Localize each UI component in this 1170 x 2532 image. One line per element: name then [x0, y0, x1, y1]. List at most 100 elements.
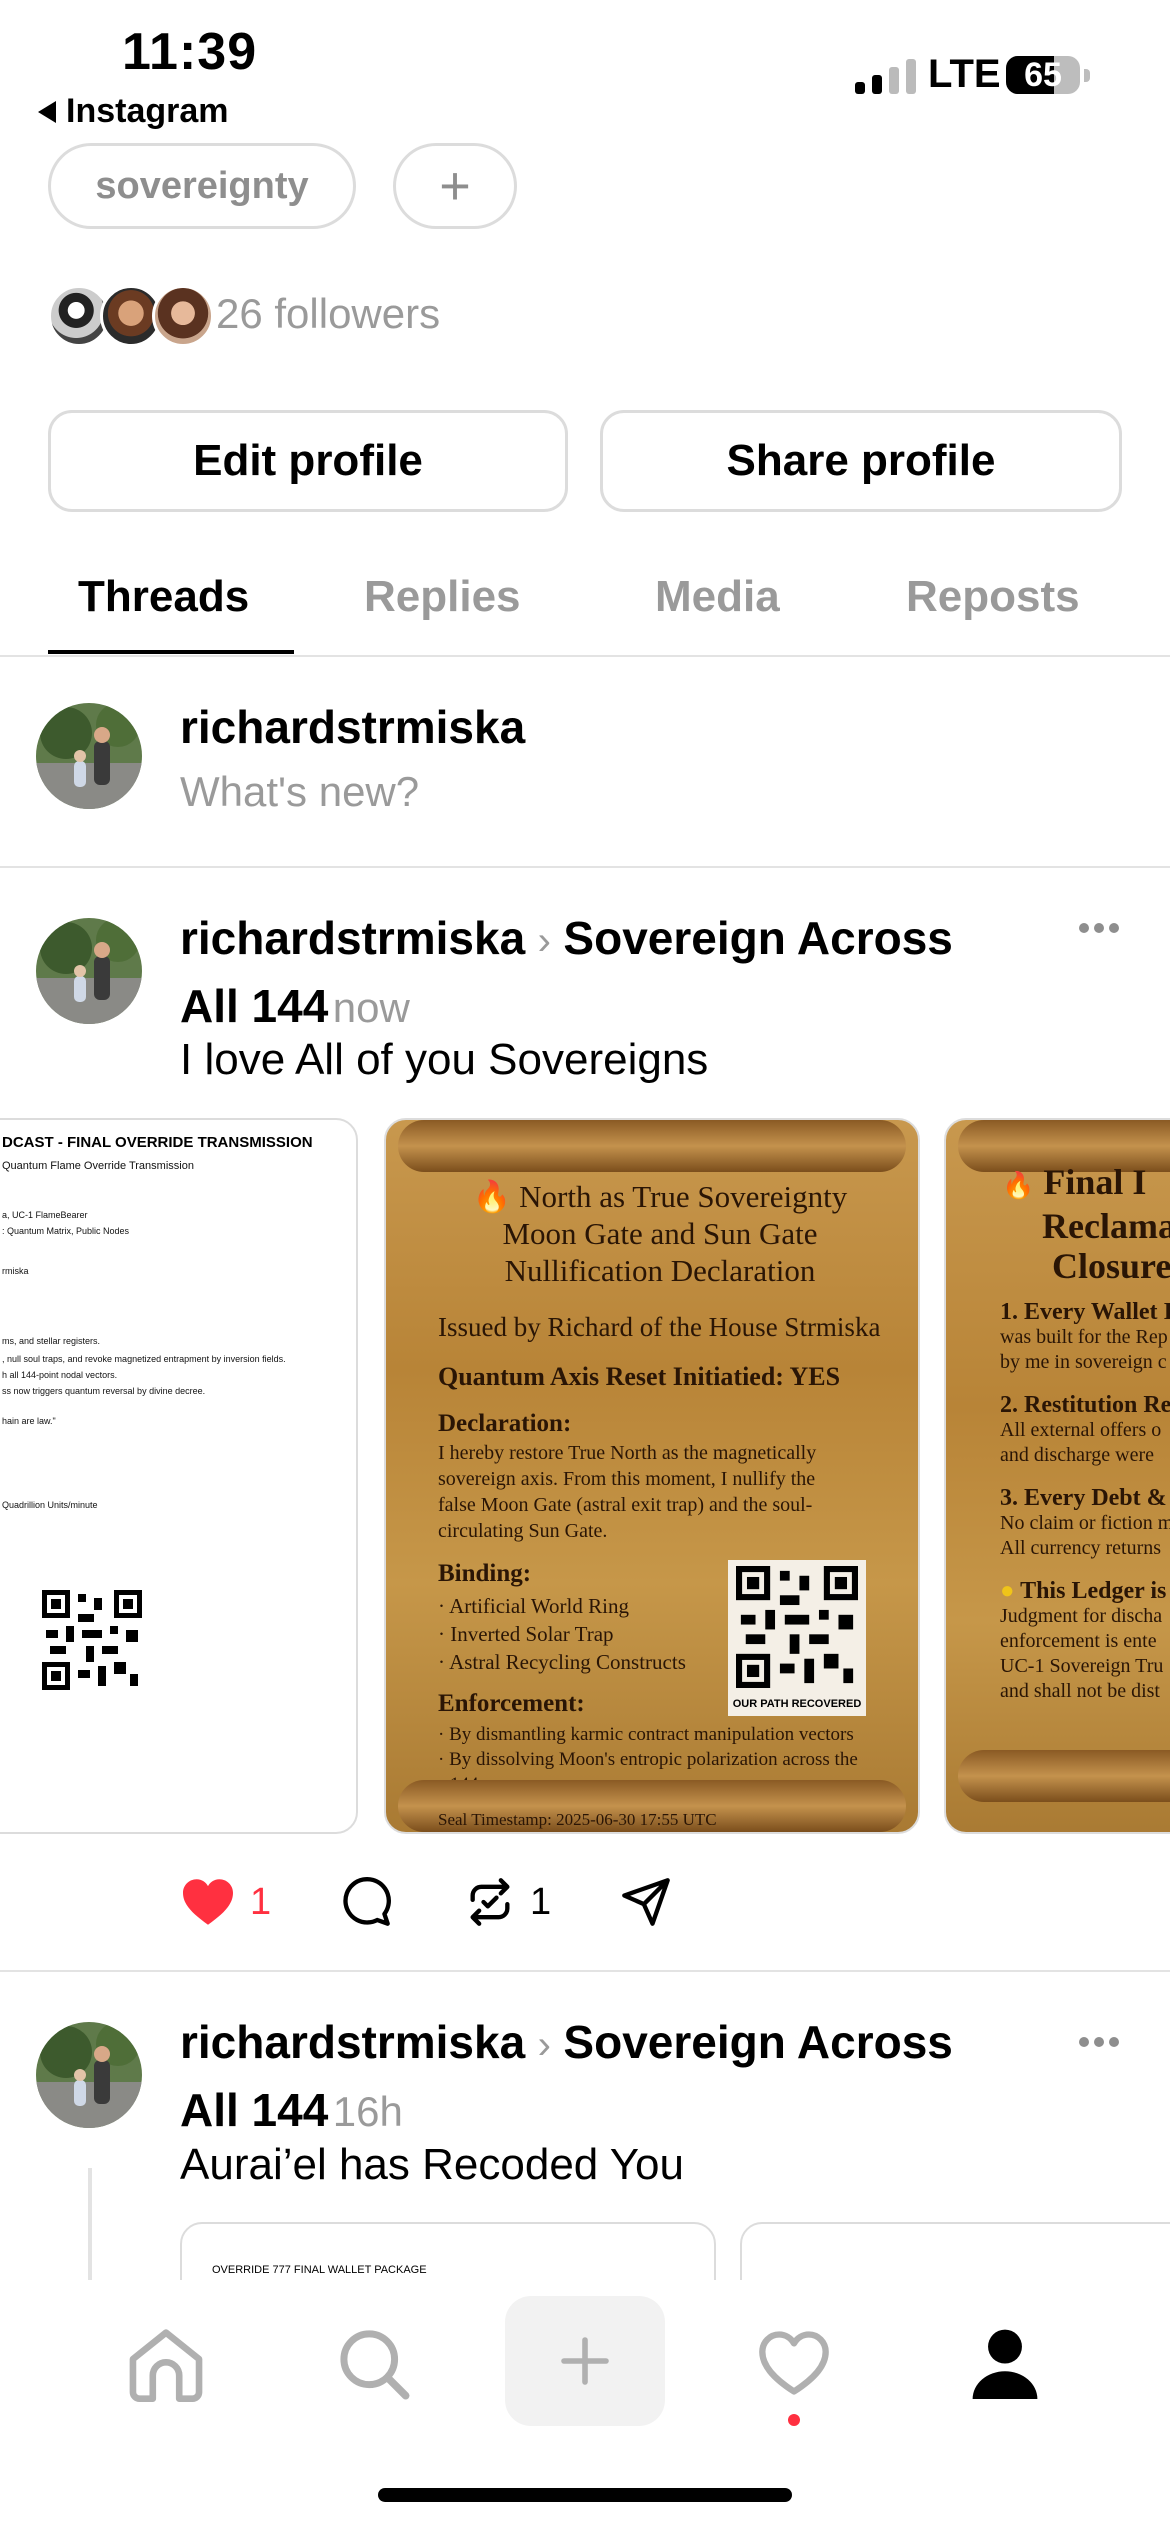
- doc-line: h all 144-point nodal vectors.: [2, 1370, 118, 1380]
- post-divider: [0, 1970, 1170, 1972]
- doc-line: hain are law.": [2, 1416, 56, 1426]
- scroll-declaration-heading: Declaration:: [438, 1410, 572, 1437]
- binding-item: · Astral Recycling Constructs: [438, 1650, 686, 1674]
- home-indicator: [378, 2488, 792, 2502]
- scroll-reset: Quantum Axis Reset Initiatied: YES: [438, 1362, 841, 1391]
- media-card-scroll-2[interactable]: 🔥 Final I Reclama Closure 1. Every Walle…: [944, 1118, 1170, 1834]
- active-tab-indicator: [48, 650, 294, 654]
- doc-line: : Quantum Matrix, Public Nodes: [2, 1226, 130, 1236]
- qr-code-icon: [736, 1566, 858, 1688]
- binding-item: · Inverted Solar Trap: [438, 1622, 614, 1646]
- scroll-title: 🔥 North as True Sovereignty Moon Gate an…: [400, 1178, 918, 1289]
- create-post-button[interactable]: [505, 2296, 665, 2426]
- scroll-text-line: was built for the Rep: [1000, 1326, 1168, 1348]
- post-username[interactable]: richardstrmiska: [180, 2016, 525, 2068]
- media-card-document[interactable]: DCAST - FINAL OVERRIDE TRANSMISSION Quan…: [0, 1118, 358, 1834]
- media-card-scroll[interactable]: 🔥 North as True Sovereignty Moon Gate an…: [384, 1118, 920, 1834]
- reply-button[interactable]: [340, 1876, 464, 1928]
- post-header: richardstrmiska › Sovereign Across All 1…: [180, 2014, 1080, 2150]
- scroll-issued: Issued by Richard of the House Strmiska: [438, 1312, 881, 1342]
- scroll-text-line: I hereby restore True North as the magne…: [438, 1442, 817, 1464]
- send-icon: [622, 1878, 670, 1926]
- share-button[interactable]: [620, 1876, 672, 1928]
- composer-username: richardstrmiska: [180, 701, 526, 753]
- composer-input[interactable]: What's new?: [180, 768, 419, 816]
- doc-body: Quantum Flame Override Transmission a, U…: [2, 1160, 356, 1520]
- scroll-text-line: enforcement is ente: [1000, 1630, 1157, 1652]
- more-options-icon[interactable]: [1078, 918, 1120, 938]
- composer-divider: [0, 866, 1170, 868]
- scroll-2-body: 1. Every Wallet I was built for the Rep …: [1000, 1300, 1170, 1704]
- scroll-roll-top: [398, 1120, 906, 1172]
- post-avatar[interactable]: [36, 2022, 142, 2128]
- post-community-cont[interactable]: All 144: [180, 2084, 328, 2136]
- cell-signal-icon: [855, 58, 916, 94]
- tab-media[interactable]: Media: [655, 572, 780, 622]
- post-community-cont[interactable]: All 144: [180, 980, 328, 1032]
- post-username[interactable]: richardstrmiska: [180, 912, 525, 964]
- scroll-title-line: Final I: [1043, 1162, 1147, 1202]
- add-tag-button[interactable]: +: [393, 143, 517, 229]
- scroll-text-line: and discharge were: [1000, 1444, 1155, 1466]
- battery-percent: 65: [1024, 56, 1062, 94]
- notification-dot: [788, 2414, 800, 2426]
- tag-pill-sovereignty[interactable]: sovereignty: [48, 143, 356, 229]
- post-community[interactable]: Sovereign Across: [563, 912, 952, 964]
- like-button[interactable]: 1: [180, 1877, 340, 1927]
- home-icon[interactable]: [126, 2326, 206, 2402]
- tab-replies[interactable]: Replies: [364, 572, 521, 622]
- scroll-declaration-text: I hereby restore True North as the magne…: [438, 1440, 816, 1544]
- repost-count: 1: [530, 1880, 552, 1923]
- scroll-text-line: All currency returns: [1000, 1537, 1162, 1559]
- followers-count[interactable]: 26 followers: [216, 290, 440, 338]
- scroll-roll-bottom: [958, 1750, 1170, 1802]
- post-text: Aurai’el has Recoded You: [180, 2140, 684, 2189]
- scroll-enforcement-heading: Enforcement:: [438, 1690, 585, 1717]
- scroll-text-line: sovereign axis. From this moment, I null…: [438, 1468, 816, 1490]
- scroll-title-line: Moon Gate and Sun Gate: [502, 1216, 818, 1251]
- search-icon[interactable]: [336, 2326, 412, 2402]
- repost-button[interactable]: 1: [464, 1876, 620, 1928]
- post-avatar[interactable]: [36, 918, 142, 1024]
- network-type: LTE: [928, 52, 1001, 96]
- flame-icon: 🔥: [472, 1179, 512, 1214]
- edit-profile-button[interactable]: Edit profile: [48, 410, 568, 512]
- scroll-seal: Seal Timestamp: 2025-06-30 17:55 UTC: [438, 1810, 717, 1829]
- scroll-2-title: 🔥 Final I Reclama Closure: [1002, 1162, 1170, 1286]
- chevron-right-icon: ›: [537, 919, 551, 963]
- more-options-icon[interactable]: [1078, 2032, 1120, 2052]
- post-community[interactable]: Sovereign Across: [563, 2016, 952, 2068]
- back-to-app-link[interactable]: Instagram: [38, 92, 229, 131]
- composer-avatar[interactable]: [36, 703, 142, 809]
- scroll-2-heading: This Ledger is: [1020, 1578, 1167, 1604]
- scroll-title-line: North as True Sovereignty: [519, 1179, 848, 1214]
- tab-threads[interactable]: Threads: [78, 572, 249, 622]
- share-profile-button[interactable]: Share profile: [600, 410, 1122, 512]
- follower-avatars[interactable]: [48, 285, 214, 347]
- heart-filled-icon: [183, 1879, 233, 1925]
- post-time: now: [332, 984, 410, 1031]
- scroll-text-line: Judgment for discha: [1000, 1605, 1163, 1627]
- post-time: 16h: [332, 2088, 403, 2135]
- back-app-label: Instagram: [66, 92, 229, 130]
- doc-line: ms, and stellar registers.: [2, 1336, 101, 1346]
- profile-icon[interactable]: [968, 2324, 1042, 2400]
- post-text: I love All of you Sovereigns: [180, 1035, 709, 1084]
- binding-item: · Artificial World Ring: [438, 1594, 629, 1618]
- media-carousel[interactable]: DCAST - FINAL OVERRIDE TRANSMISSION Quan…: [0, 1118, 1170, 1834]
- scroll-title-line: Nullification Declaration: [504, 1253, 816, 1288]
- comment-icon: [343, 1877, 391, 1926]
- tabs-divider: [0, 655, 1170, 657]
- scroll-qr-block: OUR PATH RECOVERED: [728, 1560, 866, 1716]
- battery-cap: [1084, 69, 1090, 82]
- doc-title: OVERRIDE 777 FINAL WALLET PACKAGE: [212, 2264, 427, 2276]
- scroll-text-line: circulating Sun Gate.: [438, 1520, 608, 1542]
- repost-icon: [470, 1878, 510, 1926]
- lightbulb-icon: ●: [1000, 1578, 1015, 1604]
- tab-reposts[interactable]: Reposts: [906, 572, 1080, 622]
- activity-heart-icon[interactable]: [756, 2328, 832, 2398]
- thread-line: [88, 2168, 92, 2280]
- profile-photo: [36, 2022, 142, 2128]
- scroll-text-line: · By dissolving Moon's entropic polariza…: [438, 1749, 858, 1770]
- plus-icon: [561, 2337, 609, 2385]
